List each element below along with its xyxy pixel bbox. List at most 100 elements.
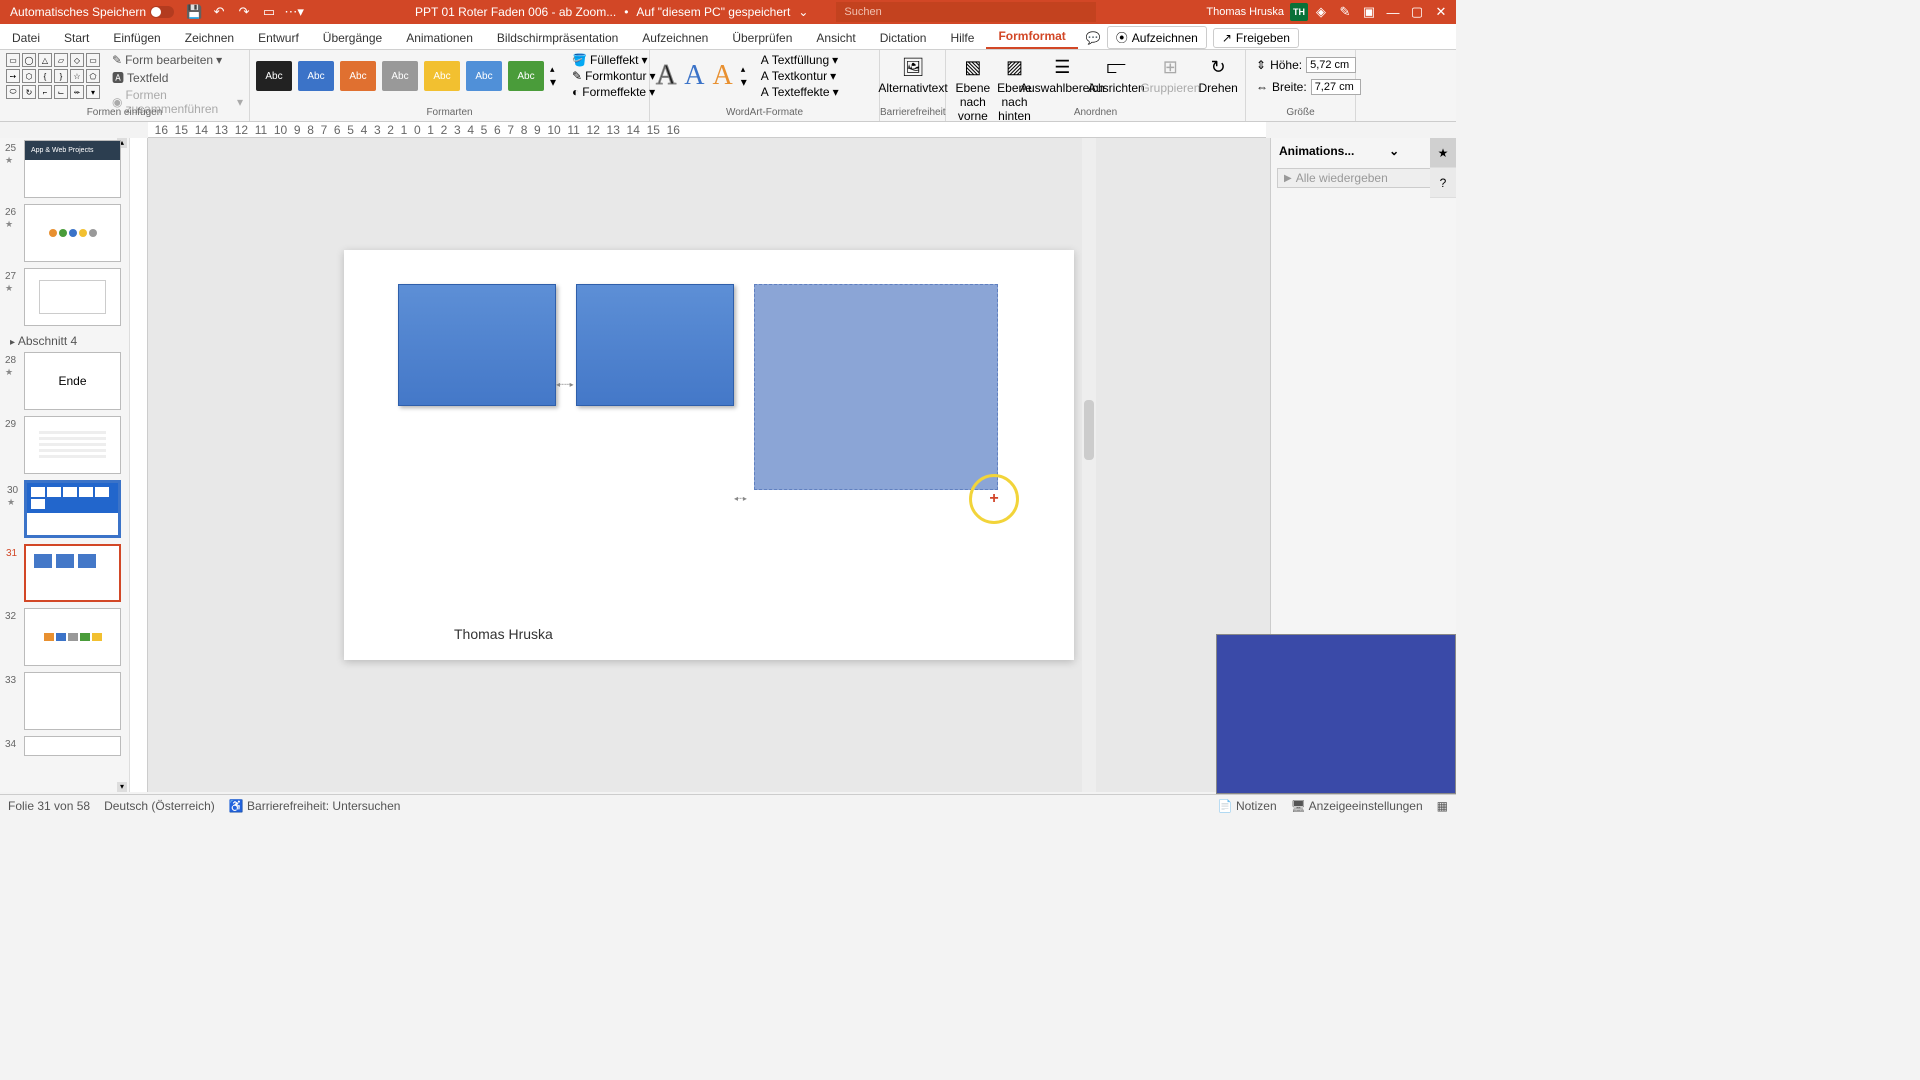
textfeld-button[interactable]: 🅰 Textfeld — [112, 69, 243, 86]
style-orange[interactable]: Abc — [340, 61, 376, 91]
style-green[interactable]: Abc — [508, 61, 544, 91]
sync-icon[interactable]: ◈ — [1310, 1, 1332, 23]
thumb-31[interactable]: 31 — [24, 544, 121, 602]
view-normal-icon[interactable]: ▦ — [1437, 799, 1448, 813]
thumb-30-num: 30 — [7, 485, 18, 496]
slide[interactable]: ◂┄┄▸ ◂┄▸ + Thomas Hruska — [344, 250, 1074, 660]
thumb-26[interactable]: 26★ — [24, 204, 121, 262]
menu-ansicht[interactable]: Ansicht — [804, 27, 867, 49]
menu-animationen[interactable]: Animationen — [394, 27, 485, 49]
group-label-formarten: Formarten — [250, 107, 649, 121]
textkontur-button[interactable]: A Textkontur ▾ — [761, 69, 839, 83]
menu-uebergaenge[interactable]: Übergänge — [311, 27, 394, 49]
undo-icon[interactable]: ↶ — [208, 1, 230, 23]
wordart-more-icon[interactable]: ▴▾ — [741, 64, 747, 89]
thumb-27[interactable]: 27★ — [24, 268, 121, 326]
bullet-sep: • — [624, 5, 628, 19]
redo-icon[interactable]: ↷ — [233, 1, 255, 23]
menu-hilfe[interactable]: Hilfe — [938, 27, 986, 49]
thumb-30[interactable]: 30★ — [24, 480, 121, 538]
wordart-style-1[interactable]: A — [656, 60, 676, 92]
thumb-34[interactable]: 34 — [24, 736, 121, 756]
aufzeichnen-button[interactable]: ⦿Aufzeichnen — [1107, 26, 1207, 49]
comments-icon[interactable]: 💬 — [1086, 31, 1101, 45]
style-yellow[interactable]: Abc — [424, 61, 460, 91]
fuelleffekt-button[interactable]: 🪣 Fülleffekt ▾ — [572, 53, 655, 67]
wordart-style-3[interactable]: A — [712, 60, 732, 92]
anim-pane-header: Animations... ⌄ ✕ — [1271, 138, 1456, 164]
form-bearbeiten-button[interactable]: ✎ Form bearbeiten ▾ — [112, 53, 243, 67]
menu-formformat[interactable]: Formformat — [986, 25, 1077, 49]
horizontal-ruler: 16 15 14 13 12 11 10 9 8 7 6 5 4 3 2 1 0… — [148, 122, 1266, 138]
present-from-start-icon[interactable]: ▭ — [258, 1, 280, 23]
menu-start[interactable]: Start — [52, 27, 101, 49]
thumb-25[interactable]: 25★App & Web Projects — [24, 140, 121, 198]
width-input[interactable] — [1311, 79, 1361, 95]
help-tab-icon[interactable]: ? — [1430, 168, 1456, 198]
draw-icon[interactable]: ✎ — [1334, 1, 1356, 23]
scrollbar-thumb[interactable] — [1084, 400, 1094, 460]
anim-pane-title: Animations... — [1279, 144, 1354, 158]
title-dropdown-icon[interactable]: ⌄ — [798, 5, 808, 19]
language-status[interactable]: Deutsch (Österreich) — [104, 799, 215, 813]
texteffekte-button[interactable]: A Texteffekte ▾ — [761, 85, 839, 99]
title-bar: Automatisches Speichern 💾 ↶ ↷ ▭ ⋯▾ PPT 0… — [0, 0, 1456, 24]
slide-counter[interactable]: Folie 31 von 58 — [8, 799, 90, 813]
style-more-icon[interactable]: ▴▾ — [550, 64, 556, 89]
accessibility-status[interactable]: ♿ Barrierefreiheit: Untersuchen — [229, 799, 401, 813]
menu-entwurf[interactable]: Entwurf — [246, 27, 311, 49]
autosave-toggle[interactable] — [150, 6, 174, 18]
alternativtext-button[interactable]: 🖼Alternativtext — [886, 53, 940, 95]
group-label-wordart: WordArt-Formate — [650, 107, 879, 121]
shape-rectangle-2[interactable] — [576, 284, 734, 406]
notizen-button[interactable]: 📄 Notizen — [1218, 799, 1277, 813]
maximize-icon[interactable]: ▢ — [1406, 1, 1428, 23]
menu-dictation[interactable]: Dictation — [868, 27, 939, 49]
section-4-header[interactable]: ▸ Abschnitt 4 — [0, 332, 129, 350]
anim-pane-chevron-icon[interactable]: ⌄ — [1389, 144, 1399, 158]
animations-tab-icon[interactable]: ★ — [1430, 138, 1456, 168]
window-layout-icon[interactable]: ▣ — [1358, 1, 1380, 23]
autosave-control[interactable]: Automatisches Speichern — [4, 5, 180, 19]
thumb-32[interactable]: 32 — [24, 608, 121, 666]
cursor-highlight: + — [969, 474, 1019, 524]
canvas-scrollbar[interactable] — [1082, 138, 1096, 792]
width-label: Breite: — [1272, 80, 1307, 94]
slide-thumbnails-panel[interactable]: ▴ 25★App & Web Projects 26★ 27★ ▸ Abschn… — [0, 138, 130, 792]
menu-ueberpruefen[interactable]: Überprüfen — [720, 27, 804, 49]
menu-datei[interactable]: Datei — [0, 27, 52, 49]
wordart-style-2[interactable]: A — [684, 60, 704, 92]
style-black[interactable]: Abc — [256, 61, 292, 91]
shape-style-gallery[interactable]: Abc Abc Abc Abc Abc Abc Abc ▴▾ — [256, 61, 556, 91]
formkontur-button[interactable]: ✎ Formkontur ▾ — [572, 69, 655, 83]
style-blue[interactable]: Abc — [298, 61, 334, 91]
menu-einfuegen[interactable]: Einfügen — [101, 27, 172, 49]
style-gray[interactable]: Abc — [382, 61, 418, 91]
thumb-28[interactable]: 28★Ende — [24, 352, 121, 410]
save-icon[interactable]: 💾 — [183, 1, 205, 23]
qat-more-icon[interactable]: ⋯▾ — [283, 1, 305, 23]
formeffekte-button[interactable]: ◐ Formeffekte ▾ — [572, 85, 655, 99]
style-lightblue[interactable]: Abc — [466, 61, 502, 91]
shape-rectangle-drawing[interactable] — [754, 284, 998, 490]
thumb-scroll-down-icon[interactable]: ▾ — [117, 782, 127, 792]
shape-gallery[interactable]: ▭◯△▱◇▭ ➙⬡{}☆⬠ ⬭↻⌐⌙⬰▾ — [6, 53, 100, 114]
menu-bildschirm[interactable]: Bildschirmpräsentation — [485, 27, 630, 49]
slide-canvas-area[interactable]: ◂┄┄▸ ◂┄▸ + Thomas Hruska — [148, 138, 1270, 792]
textfuellung-button[interactable]: A Textfüllung ▾ — [761, 53, 839, 67]
minimize-icon[interactable]: — — [1382, 1, 1404, 23]
menu-zeichnen[interactable]: Zeichnen — [173, 27, 246, 49]
anim-play-all-button[interactable]: ▶ Alle wiedergeben — [1277, 168, 1450, 188]
height-input[interactable] — [1306, 57, 1356, 73]
search-input[interactable] — [836, 2, 1096, 22]
thumb-29[interactable]: 29 — [24, 416, 121, 474]
close-icon[interactable]: ✕ — [1430, 1, 1452, 23]
shape-rectangle-1[interactable] — [398, 284, 556, 406]
thumb-33[interactable]: 33 — [24, 672, 121, 730]
user-avatar[interactable]: TH — [1290, 3, 1308, 21]
menu-aufzeichnen[interactable]: Aufzeichnen — [630, 27, 720, 49]
freigeben-button[interactable]: ↗Freigeben — [1213, 28, 1299, 48]
wordart-gallery[interactable]: A A A ▴▾ — [656, 60, 747, 92]
anzeige-button[interactable]: 🖥 Anzeigeeinstellungen — [1291, 799, 1423, 813]
group-label-anordnen: Anordnen — [946, 107, 1245, 121]
